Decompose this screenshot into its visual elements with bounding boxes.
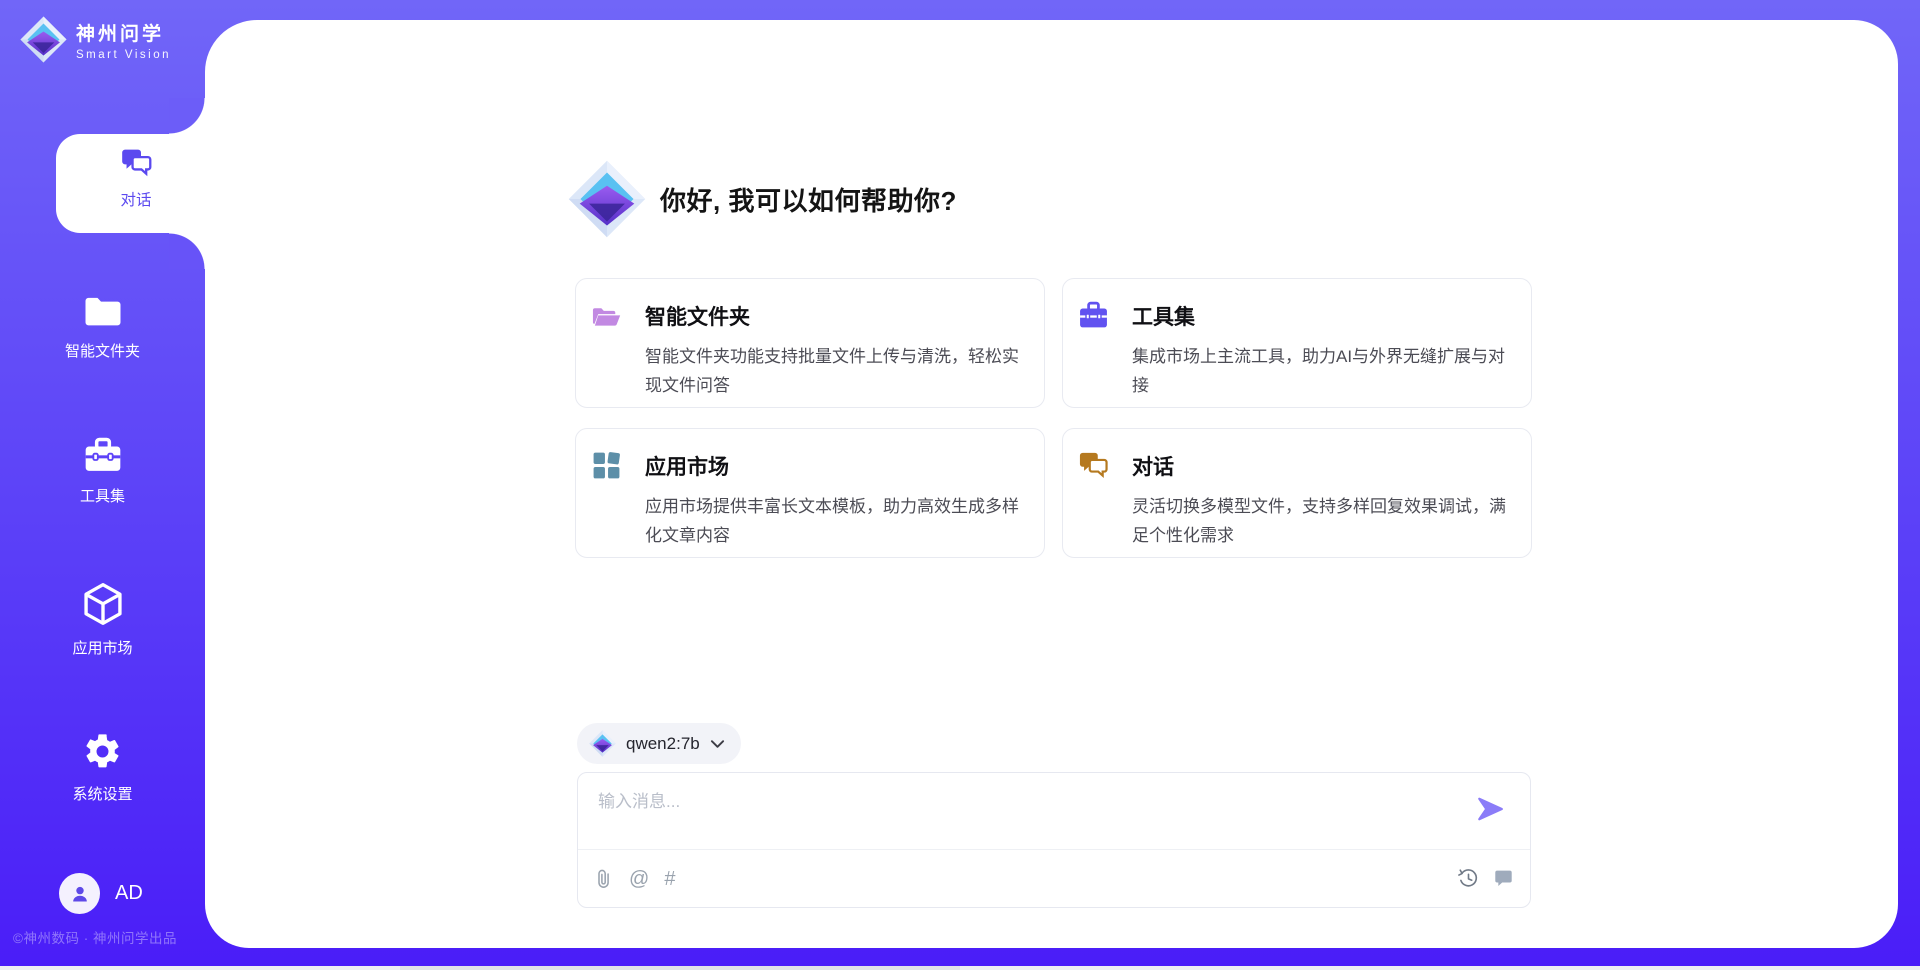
card-title: 对话	[1132, 451, 1174, 481]
greeting-logo-icon	[568, 160, 646, 238]
sidebar-item-label: 工具集	[80, 485, 125, 506]
composer-toolbar: @ #	[594, 850, 1514, 907]
message-textarea[interactable]	[598, 787, 1458, 841]
card-description: 智能文件夹功能支持批量文件上传与清洗，轻松实现文件问答	[645, 342, 1022, 400]
hash-icon[interactable]: #	[664, 869, 675, 889]
user-profile[interactable]: AD	[59, 873, 143, 914]
model-selector[interactable]: qwen2:7b	[577, 723, 741, 764]
card-title: 智能文件夹	[645, 301, 750, 331]
cube-icon	[82, 582, 124, 626]
sidebar-item-label: 智能文件夹	[65, 340, 140, 361]
composer-toolbar-left: @ #	[594, 868, 675, 890]
card-description: 应用市场提供丰富长文本模板，助力高效生成多样化文章内容	[645, 492, 1022, 550]
card-head: 应用市场	[591, 450, 1022, 481]
card-head: 智能文件夹	[591, 300, 1022, 331]
sidebar: 神州问学 Smart Vision 对话 智能文件夹	[0, 0, 205, 970]
sidebar-item-toolset[interactable]: 工具集	[0, 437, 205, 506]
model-logo-icon	[589, 730, 616, 757]
sidebar-item-label: 系统设置	[72, 783, 132, 804]
card-head: 工具集	[1078, 300, 1509, 331]
brand-text: 神州问学 Smart Vision	[76, 19, 171, 61]
at-icon[interactable]: @	[629, 869, 649, 889]
tab-bottom-fillet	[169, 233, 205, 269]
paperclip-icon[interactable]	[594, 868, 614, 890]
card-app-market[interactable]: 应用市场 应用市场提供丰富长文本模板，助力高效生成多样化文章内容	[575, 428, 1045, 558]
card-title: 应用市场	[645, 451, 729, 481]
chevron-down-icon	[710, 739, 725, 749]
card-title: 工具集	[1132, 301, 1195, 331]
sidebar-item-chat[interactable]: 对话	[56, 134, 216, 233]
grid-icon	[591, 450, 622, 481]
model-name: qwen2:7b	[626, 734, 700, 754]
chat-bubbles-icon	[1078, 450, 1109, 481]
card-description: 集成市场上主流工具，助力AI与外界无缝扩展与对接	[1132, 342, 1509, 400]
chat-bubbles-icon	[120, 148, 153, 178]
card-head: 对话	[1078, 450, 1509, 481]
sidebar-item-label: 对话	[120, 188, 151, 210]
brand-subtitle: Smart Vision	[76, 49, 171, 61]
user-initials: AD	[115, 882, 143, 905]
horizontal-scrollbar[interactable]	[0, 966, 1920, 970]
sidebar-item-label: 应用市场	[72, 637, 132, 658]
greeting: 你好, 我可以如何帮助你?	[568, 160, 957, 238]
sidebar-item-settings[interactable]: 系统设置	[0, 731, 205, 804]
app-background: 神州问学 Smart Vision 对话 智能文件夹	[0, 0, 1920, 970]
feature-cards: 智能文件夹 智能文件夹功能支持批量文件上传与清洗，轻松实现文件问答	[575, 278, 1532, 558]
sidebar-item-app-market[interactable]: 应用市场	[0, 582, 205, 658]
horizontal-scrollbar-thumb[interactable]	[400, 966, 960, 970]
briefcase-icon	[83, 437, 123, 474]
composer-toolbar-right	[1458, 868, 1514, 889]
card-toolset[interactable]: 工具集 集成市场上主流工具，助力AI与外界无缝扩展与对接	[1062, 278, 1532, 408]
briefcase-icon	[1078, 300, 1109, 331]
gear-icon	[82, 731, 123, 772]
brand: 神州问学 Smart Vision	[20, 16, 171, 63]
greeting-title: 你好, 我可以如何帮助你?	[660, 181, 957, 218]
message-input-box: @ #	[577, 772, 1531, 908]
person-icon	[68, 882, 92, 906]
history-icon[interactable]	[1458, 868, 1479, 889]
copyright-text: ©神州数码 · 神州问学出品	[13, 927, 177, 947]
sidebar-item-smart-folder[interactable]: 智能文件夹	[0, 295, 205, 361]
card-description: 灵活切换多模型文件，支持多样回复效果调试，满足个性化需求	[1132, 492, 1509, 550]
main-panel: 你好, 我可以如何帮助你? 智能文件夹 智能文件夹功能支持批量文件上传与清洗，轻…	[205, 20, 1898, 948]
chat-bubble-icon[interactable]	[1493, 868, 1514, 889]
folder-open-icon	[591, 300, 622, 331]
sidebar-item-chat-inner[interactable]: 对话	[90, 148, 182, 210]
card-chat[interactable]: 对话 灵活切换多模型文件，支持多样回复效果调试，满足个性化需求	[1062, 428, 1532, 558]
tab-top-fillet	[169, 98, 205, 134]
send-icon[interactable]	[1476, 795, 1504, 823]
avatar[interactable]	[59, 873, 100, 914]
brand-logo-icon	[20, 16, 67, 63]
brand-name: 神州问学	[76, 19, 171, 46]
folder-icon	[83, 295, 123, 329]
card-smart-folder[interactable]: 智能文件夹 智能文件夹功能支持批量文件上传与清洗，轻松实现文件问答	[575, 278, 1045, 408]
